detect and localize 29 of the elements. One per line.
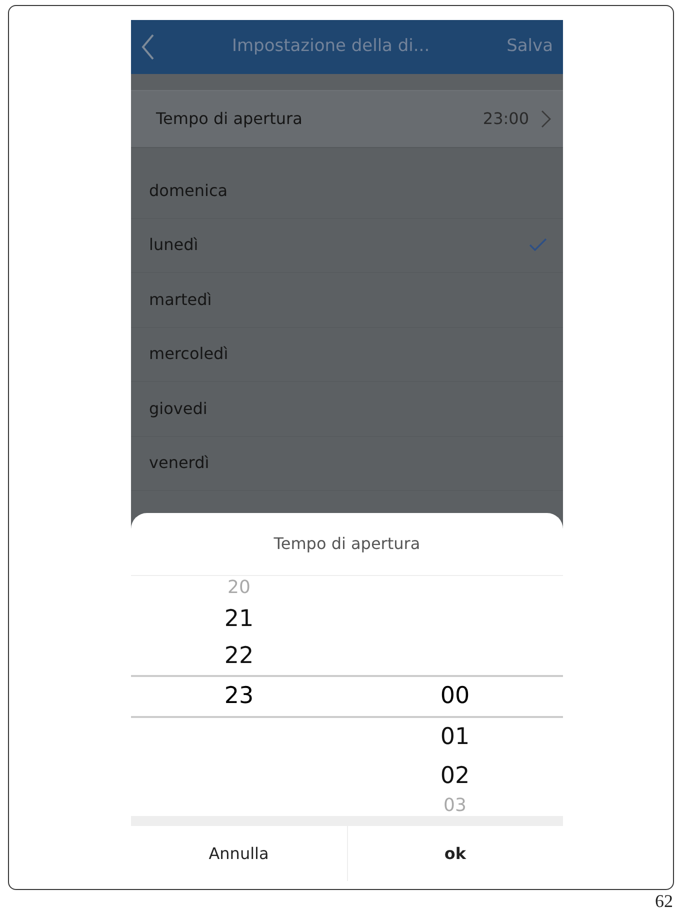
day-row[interactable]: lunedì (131, 218, 563, 273)
minute-option[interactable]: 03 (444, 796, 466, 814)
time-row[interactable]: Tempo di apertura 23:00 (131, 90, 563, 148)
minute-option[interactable]: 00 (440, 685, 470, 708)
back-button[interactable] (141, 34, 155, 60)
save-button[interactable]: Salva (506, 34, 553, 60)
screen-title: Impostazione della di... (230, 35, 431, 58)
hour-option[interactable]: 23 (224, 685, 254, 708)
time-value: 23:00 (482, 108, 529, 130)
day-row[interactable]: mercoledì (131, 328, 563, 382)
day-label: venerdì (149, 452, 210, 474)
day-row[interactable]: martedì (131, 273, 563, 328)
hour-option[interactable]: 21 (224, 608, 254, 630)
chevron-right-icon (541, 110, 551, 128)
day-label: mercoledì (149, 343, 230, 366)
day-label: martedì (149, 288, 213, 311)
hour-option[interactable]: 22 (224, 645, 254, 668)
minute-option[interactable]: 02 (440, 764, 470, 788)
day-row[interactable]: giovedi (131, 382, 563, 436)
day-row[interactable]: venerdì (131, 436, 563, 491)
time-label: Tempo di apertura (156, 108, 304, 130)
day-label: giovedi (149, 398, 208, 420)
minute-option[interactable]: 01 (440, 726, 470, 749)
sheet-title: Tempo di apertura (131, 513, 563, 576)
hour-option[interactable]: 20 (228, 579, 250, 597)
day-row[interactable]: domenica (131, 164, 563, 218)
day-label: domenica (149, 180, 229, 202)
page-number: 62 (655, 890, 673, 913)
day-label: lunedì (149, 234, 200, 256)
